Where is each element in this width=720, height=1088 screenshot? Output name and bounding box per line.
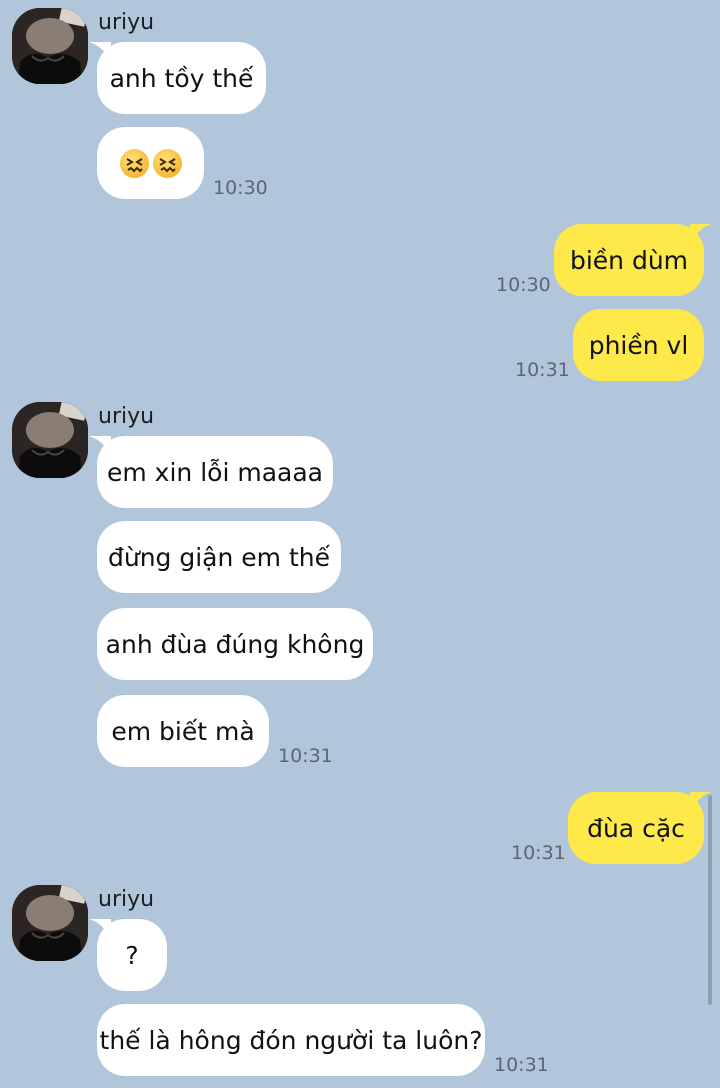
message-bubble[interactable]: ? xyxy=(89,919,167,991)
bubble-tail xyxy=(690,224,712,244)
sender-name: uriyu xyxy=(98,887,155,912)
message-bubble[interactable] xyxy=(97,127,204,199)
message-timestamp: 10:30 xyxy=(496,274,551,296)
message-timestamp: 10:31 xyxy=(278,745,333,767)
message-bubble[interactable]: đùa cặc xyxy=(568,792,712,864)
message-text: em biết mà xyxy=(111,716,255,746)
avatar[interactable] xyxy=(12,402,88,478)
message-text: em xin lỗi maaaa xyxy=(107,457,323,487)
emoji-message xyxy=(119,148,182,178)
sender-name: uriyu xyxy=(98,404,155,429)
avatar[interactable] xyxy=(12,885,88,961)
avatar[interactable] xyxy=(12,8,88,84)
bubble-tail xyxy=(89,919,111,939)
message-bubble[interactable]: biền dùm xyxy=(554,224,712,296)
message-bubble[interactable]: anh đùa đúng không xyxy=(97,608,373,680)
message-text: thế là hông đón người ta luôn? xyxy=(99,1025,483,1055)
message-timestamp: 10:31 xyxy=(515,359,570,381)
message-bubble[interactable]: em biết mà xyxy=(97,695,269,767)
message-text: đừng giận em thế xyxy=(107,542,330,572)
avatar-image xyxy=(12,8,88,84)
confounded-face-icon xyxy=(152,148,182,178)
bubble-tail xyxy=(89,42,111,62)
bubble-tail xyxy=(89,436,111,456)
message-bubble[interactable]: phiền vl xyxy=(573,309,704,381)
message-text: anh đùa đúng không xyxy=(105,629,365,659)
scrollbar[interactable] xyxy=(708,795,712,1005)
chat-view[interactable]: uriyu anh tồy thế 10:30 10:30 biền dùm 1… xyxy=(0,0,720,1088)
message-bubble[interactable]: thế là hông đón người ta luôn? xyxy=(97,1004,485,1076)
confounded-face-icon xyxy=(119,148,149,178)
message-timestamp: 10:30 xyxy=(213,177,268,199)
message-text: phiền vl xyxy=(588,330,689,360)
sender-name: uriyu xyxy=(98,10,155,35)
message-bubble[interactable]: đừng giận em thế xyxy=(97,521,341,593)
avatar-image xyxy=(12,402,88,478)
avatar-image xyxy=(12,885,88,961)
message-bubble[interactable]: anh tồy thế xyxy=(89,42,266,114)
message-text: anh tồy thế xyxy=(109,63,254,93)
message-text: ? xyxy=(125,940,139,970)
message-bubble[interactable]: em xin lỗi maaaa xyxy=(89,436,333,508)
message-timestamp: 10:31 xyxy=(494,1054,549,1076)
message-timestamp: 10:31 xyxy=(511,842,566,864)
message-text: biền dùm xyxy=(569,245,689,275)
message-text: đùa cặc xyxy=(587,813,685,843)
